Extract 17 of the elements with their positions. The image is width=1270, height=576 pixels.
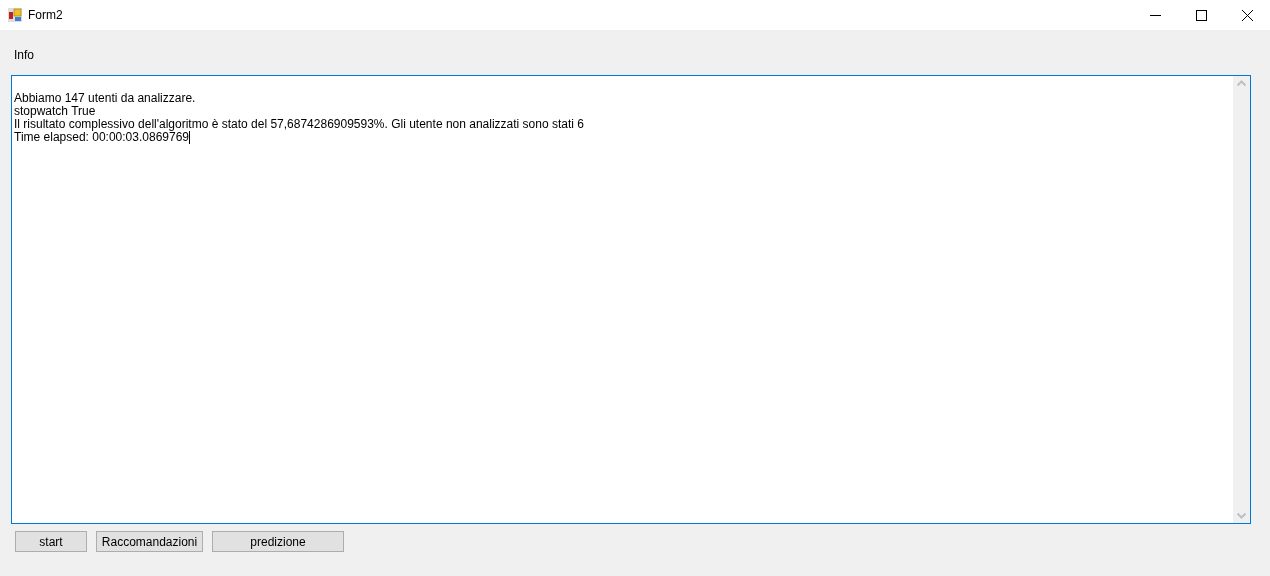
- scrollbar[interactable]: [1233, 76, 1250, 523]
- text-caret: [189, 131, 191, 144]
- app-icon: [8, 8, 22, 22]
- scroll-down-icon[interactable]: [1237, 513, 1246, 519]
- window-title: Form2: [28, 8, 63, 22]
- output-line: Abbiamo 147 utenti da analizzare.: [14, 92, 196, 105]
- action-button[interactable]: predizione: [212, 531, 344, 552]
- output-line: Il risultato complessivo dell'algoritmo è stato del 57,6874286909593%. Gli utente non analizzati sono stati 6: [14, 118, 584, 131]
- output-text-area[interactable]: Abbiamo 147 utenti da analizzare. stopwatch True Il risultato complessivo dell'algoritmo è stato del 57,6874286909593%. Gli utente non analizzati sono stati 6 Time elapsed: 00:00:03.0869769: [11, 75, 1251, 524]
- scroll-up-icon[interactable]: [1237, 80, 1246, 86]
- output-line: stopwatch True: [14, 105, 96, 118]
- maximize-icon: [1195, 9, 1207, 21]
- action-button[interactable]: Raccomandazioni: [96, 531, 203, 552]
- output-line: Time elapsed: 00:00:03.0869769: [14, 131, 190, 144]
- info-label: Info: [14, 48, 34, 62]
- action-button[interactable]: start: [15, 531, 87, 552]
- close-icon: [1241, 9, 1253, 21]
